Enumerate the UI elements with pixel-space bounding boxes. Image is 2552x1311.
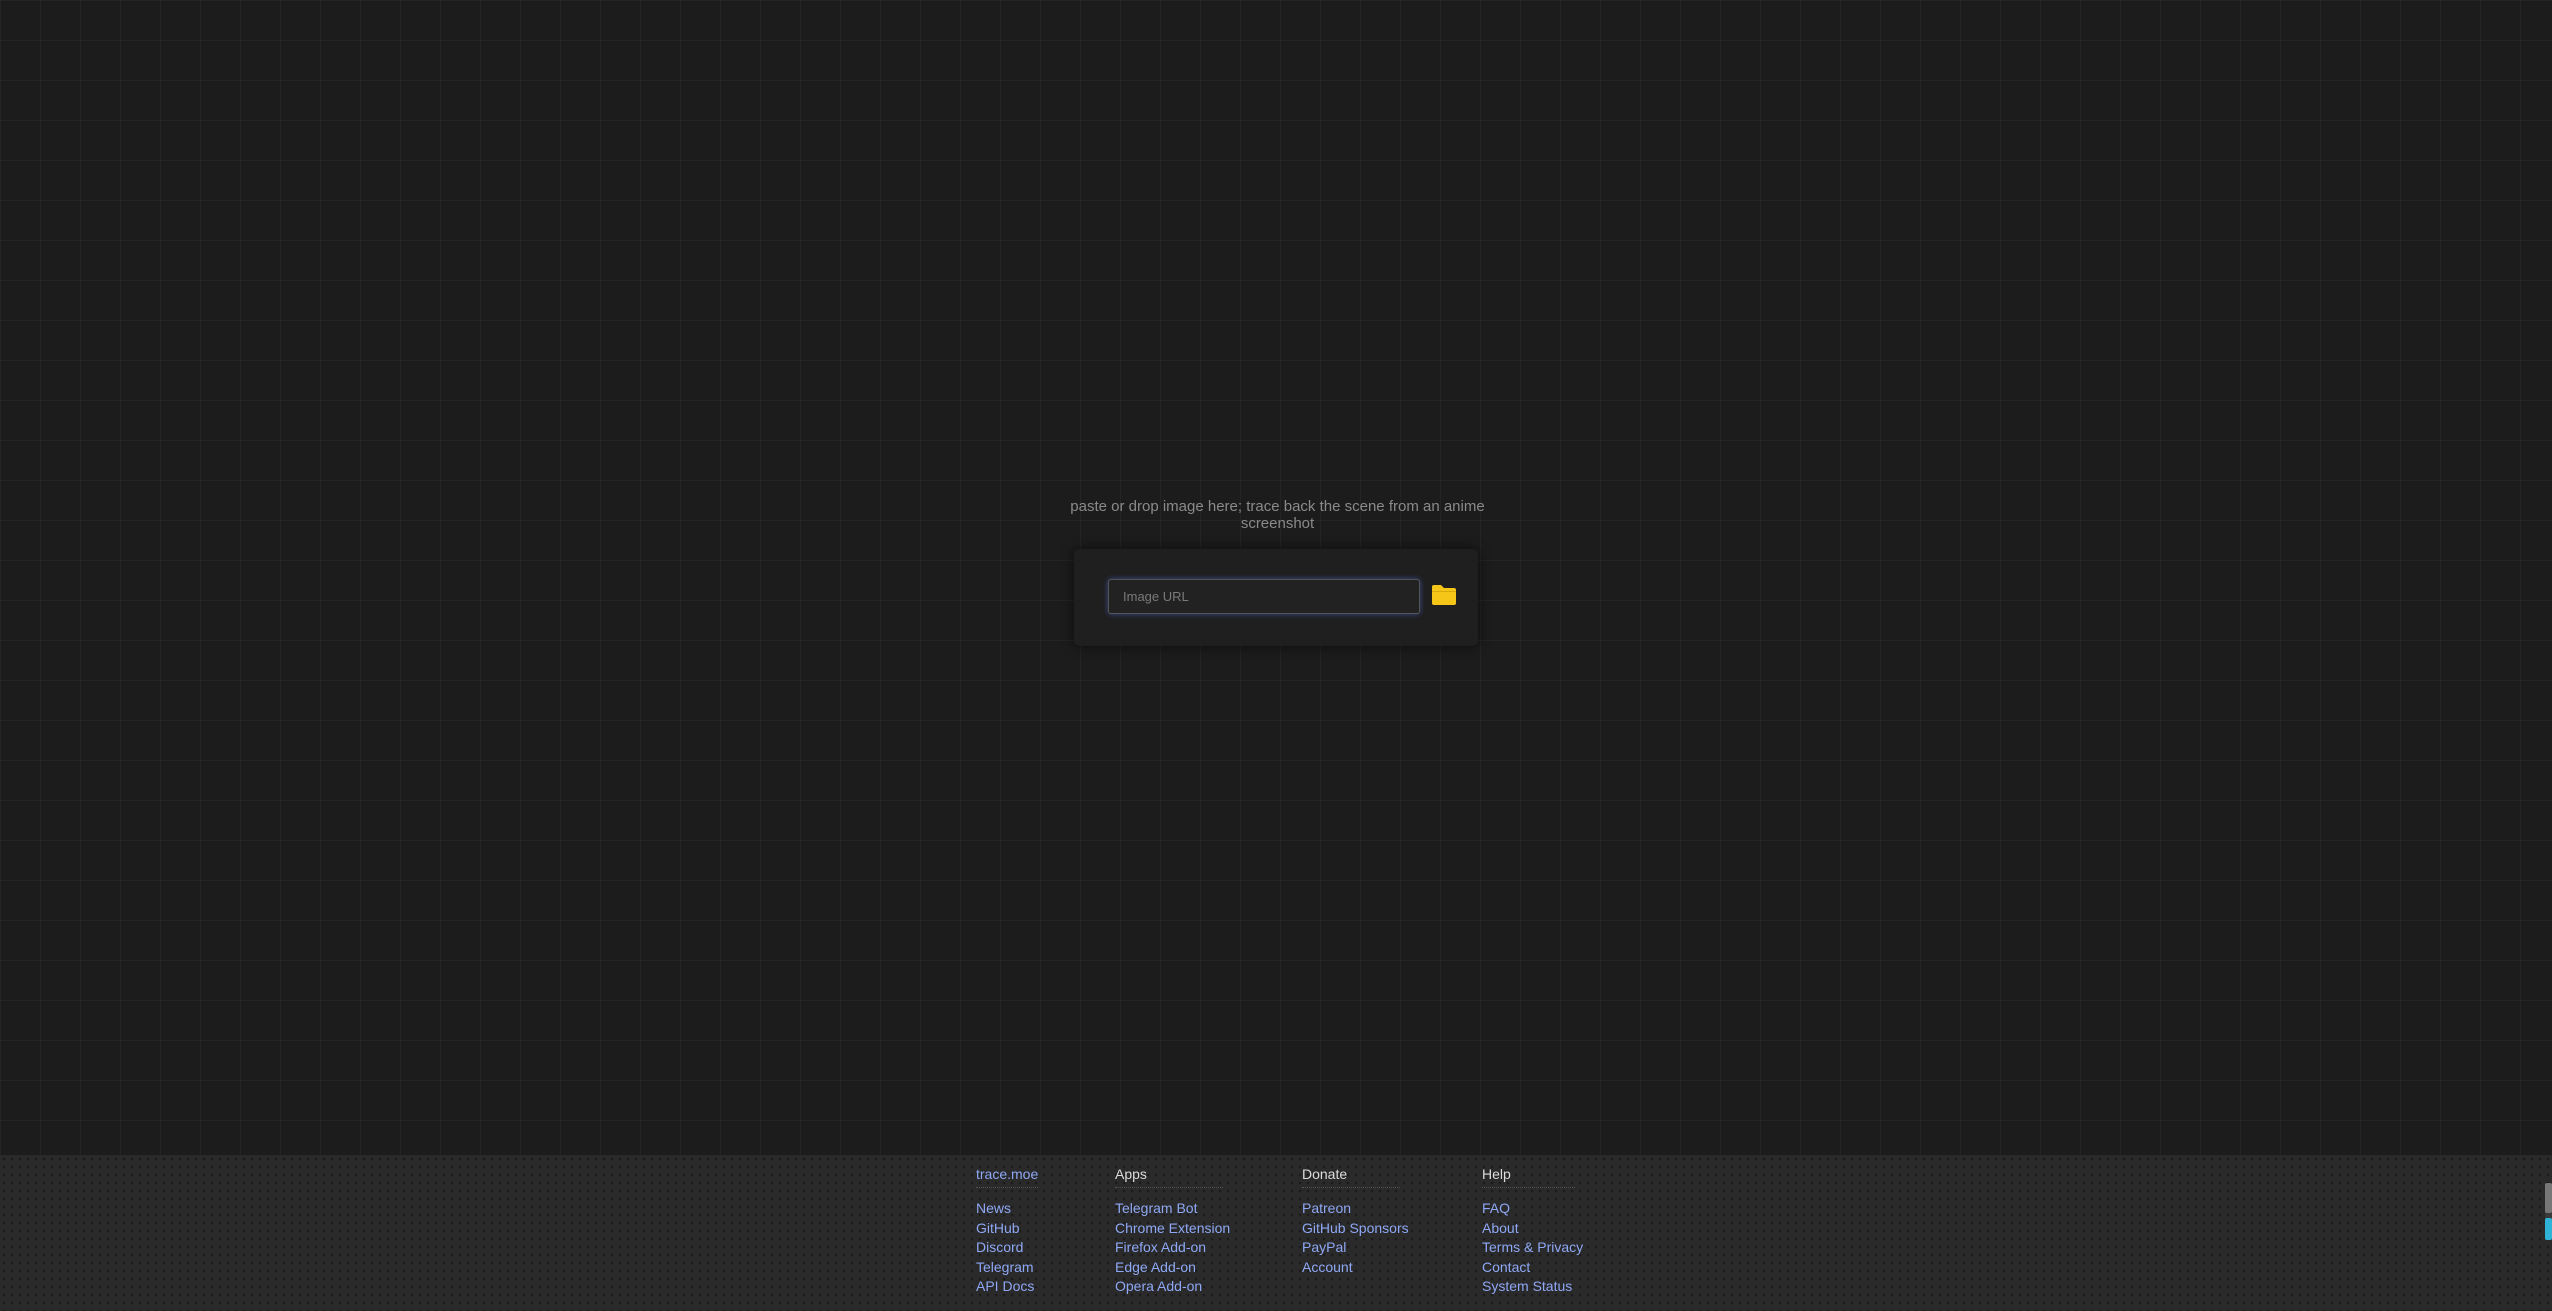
footer-link-paypal[interactable]: PayPal [1302, 1238, 1409, 1258]
footer-column-help: Help FAQ About Terms & Privacy Contact S… [1482, 1165, 1583, 1297]
footer-title-trace-moe[interactable]: trace.moe [976, 1165, 1039, 1188]
footer-title-help: Help [1482, 1165, 1575, 1188]
footer-link-telegram[interactable]: Telegram [976, 1258, 1038, 1278]
image-url-input[interactable] [1108, 579, 1420, 614]
main-area[interactable]: paste or drop image here; trace back the… [0, 0, 2552, 1155]
folder-icon [1432, 584, 1456, 605]
search-box [1074, 549, 1478, 646]
footer-link-news[interactable]: News [976, 1199, 1038, 1219]
footer-link-opera-addon[interactable]: Opera Add-on [1115, 1277, 1230, 1297]
scrollbar-thumb[interactable] [2545, 1218, 2552, 1240]
footer-link-telegram-bot[interactable]: Telegram Bot [1115, 1199, 1230, 1219]
footer-link-firefox-addon[interactable]: Firefox Add-on [1115, 1238, 1230, 1258]
footer-column-trace-moe: trace.moe News GitHub Discord Telegram A… [976, 1165, 1039, 1297]
footer-link-terms-privacy[interactable]: Terms & Privacy [1482, 1238, 1583, 1258]
footer-link-edge-addon[interactable]: Edge Add-on [1115, 1258, 1230, 1278]
footer-link-about[interactable]: About [1482, 1219, 1583, 1239]
drop-hint: paste or drop image here; trace back the… [1070, 498, 1485, 532]
footer-title-donate: Donate [1302, 1165, 1400, 1188]
footer-link-account[interactable]: Account [1302, 1258, 1409, 1278]
footer-link-patreon[interactable]: Patreon [1302, 1199, 1409, 1219]
footer-link-discord[interactable]: Discord [976, 1238, 1038, 1258]
footer-link-chrome-extension[interactable]: Chrome Extension [1115, 1219, 1230, 1239]
footer-column-donate: Donate Patreon GitHub Sponsors PayPal Ac… [1302, 1165, 1409, 1277]
footer-link-system-status[interactable]: System Status [1482, 1277, 1583, 1297]
scrollbar-track-handle[interactable] [2545, 1183, 2552, 1213]
footer: trace.moe News GitHub Discord Telegram A… [0, 1155, 2552, 1311]
footer-link-contact[interactable]: Contact [1482, 1258, 1583, 1278]
scrollbar[interactable] [2545, 1183, 2552, 1240]
footer-link-github[interactable]: GitHub [976, 1219, 1038, 1239]
footer-column-apps: Apps Telegram Bot Chrome Extension Firef… [1115, 1165, 1230, 1297]
footer-title-apps: Apps [1115, 1165, 1223, 1188]
file-picker-button[interactable] [1430, 582, 1458, 610]
footer-link-api-docs[interactable]: API Docs [976, 1277, 1038, 1297]
footer-link-faq[interactable]: FAQ [1482, 1199, 1583, 1219]
footer-link-github-sponsors[interactable]: GitHub Sponsors [1302, 1219, 1409, 1239]
